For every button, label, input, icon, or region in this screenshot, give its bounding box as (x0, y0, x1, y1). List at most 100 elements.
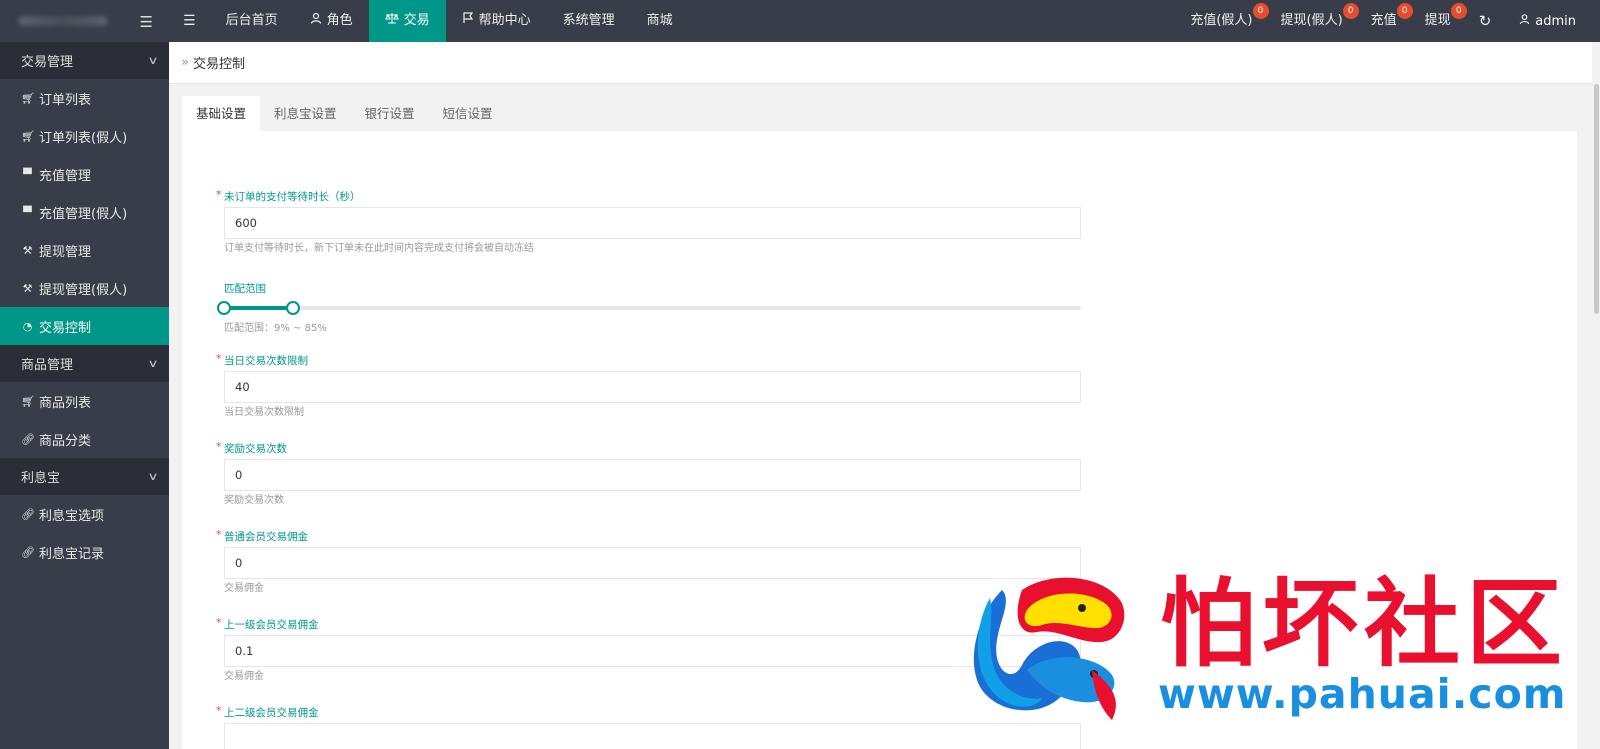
required-mark: * (216, 440, 222, 453)
field-match-range: 匹配范围 匹配范围：9% ~ 85% (216, 281, 1577, 353)
link-icon: 🔗︎ (21, 432, 35, 446)
field-hint: 匹配范围：9% ~ 85% (224, 323, 327, 334)
range-slider[interactable] (217, 301, 1081, 315)
chevron-down-icon: ∨ (147, 470, 159, 483)
slider-handle-high[interactable] (285, 301, 300, 315)
required-mark: * (216, 528, 222, 541)
sidebar-group-trade[interactable]: 交易管理 ∨ (0, 42, 169, 79)
field-pay-wait: * 未订单的支付等待时长（秒） 600 订单支付等待时长，新下订单未在此时间内容完… (216, 188, 1577, 281)
tab-bank[interactable]: 银行设置 (351, 96, 429, 131)
hammer-icon: ⚒ (22, 243, 33, 257)
refresh-icon[interactable]: ↻ (1465, 12, 1506, 30)
required-mark: * (216, 352, 222, 365)
cart-icon: 🛒︎ (21, 91, 35, 105)
chevron-down-icon: ∨ (147, 54, 159, 67)
scrollbar-thumb[interactable] (1594, 84, 1599, 314)
level1-commission-input[interactable]: 0.1 (224, 635, 1081, 667)
sidebar-item-goods-category[interactable]: 🔗︎ 商品分类 (0, 420, 169, 458)
daily-limit-input[interactable]: 40 (224, 371, 1081, 403)
gauge-icon: ◔ (22, 319, 33, 333)
sidebar-item-recharge-fake[interactable]: ▀ 充值管理(假人) (0, 193, 169, 231)
username: admin (1535, 13, 1576, 29)
message-icon: ▀ (23, 167, 32, 181)
main-content: » 交易控制 基础设置 利息宝设置 银行设置 短信设置 * 未订单的支付等待时长（… (169, 42, 1600, 749)
sidebar-item-recharge[interactable]: ▀ 充值管理 (0, 155, 169, 193)
field-label: 未订单的支付等待时长（秒） (224, 191, 361, 203)
flag-icon (462, 0, 474, 42)
field-hint: 交易佣金 (224, 671, 264, 682)
required-mark: * (216, 616, 222, 629)
user-menu[interactable]: admin (1505, 13, 1576, 29)
field-hint: 交易佣金 (224, 583, 264, 594)
sidebar-group-interest[interactable]: 利息宝 ∨ (0, 458, 169, 495)
breadcrumb: » 交易控制 (169, 42, 1600, 84)
bonus-count-input[interactable]: 0 (224, 459, 1081, 491)
tab-basic[interactable]: 基础设置 (182, 96, 261, 131)
sidebar-item-withdraw[interactable]: ⚒ 提现管理 (0, 231, 169, 269)
required-mark: * (216, 188, 222, 201)
field-member-commission: * 普通会员交易佣金 0 交易佣金 (216, 528, 1577, 617)
settings-card: 基础设置 利息宝设置 银行设置 短信设置 * 未订单的支付等待时长（秒） 600 … (182, 96, 1577, 749)
field-level1-commission: * 上一级会员交易佣金 0.1 交易佣金 (216, 616, 1577, 705)
link-icon: 🔗︎ (21, 507, 35, 521)
link-icon: 🔗︎ (21, 545, 35, 559)
field-label: 普通会员交易佣金 (224, 531, 308, 543)
sidebar-item-trade-control[interactable]: ◔ 交易控制 (0, 307, 169, 345)
required-mark: * (216, 704, 222, 717)
sidebar-item-interest-options[interactable]: 🔗︎ 利息宝选项 (0, 495, 169, 533)
double-chevron-icon: » (181, 55, 189, 70)
nav-withdraw-fake[interactable]: 提现(假人) 0 (1267, 0, 1359, 42)
menu-icon[interactable]: ☰ (140, 13, 153, 31)
logo-blurred (18, 16, 108, 26)
sidebar-item-withdraw-fake[interactable]: ⚒ 提现管理(假人) (0, 269, 169, 307)
nav-recharge-fake[interactable]: 充值(假人) 0 (1176, 0, 1269, 42)
cart-icon: 🛒︎ (21, 394, 35, 408)
field-hint: 奖励交易次数 (224, 495, 284, 506)
count-badge: 0 (1450, 3, 1467, 19)
field-label: 匹配范围 (224, 283, 266, 295)
user-icon (1519, 13, 1530, 29)
tab-bar: 基础设置 利息宝设置 银行设置 短信设置 (182, 96, 1577, 131)
sidebar: 交易管理 ∨ 🛒︎ 订单列表 🛒︎ 订单列表(假人) ▀ 充值管理 ▀ 充值管理(假人) … (0, 42, 169, 749)
nav-recharge[interactable]: 充值 0 (1357, 0, 1413, 42)
nav-help[interactable]: 帮助中心 (446, 0, 547, 42)
slider-handle-low[interactable] (217, 301, 231, 315)
logo: ☰ (0, 0, 169, 42)
sidebar-toggle-icon[interactable]: ☰ (169, 0, 210, 42)
member-commission-input[interactable]: 0 (224, 547, 1081, 579)
pay-wait-input[interactable]: 600 (224, 207, 1081, 239)
field-daily-limit: * 当日交易次数限制 40 当日交易次数限制 (216, 352, 1577, 441)
nav-trade[interactable]: 交易 (368, 0, 446, 42)
field-label: 当日交易次数限制 (224, 355, 308, 367)
field-bonus-count: * 奖励交易次数 0 奖励交易次数 (216, 440, 1577, 529)
settings-form: * 未订单的支付等待时长（秒） 600 订单支付等待时长，新下订单未在此时间内容完… (182, 131, 1577, 749)
field-hint: 订单支付等待时长，新下订单未在此时间内容完成支付将会被自动冻结 (224, 243, 534, 254)
sidebar-item-goods-list[interactable]: 🛒︎ 商品列表 (0, 382, 169, 420)
scrollbar[interactable] (1592, 42, 1600, 749)
sidebar-item-interest-records[interactable]: 🔗︎ 利息宝记录 (0, 533, 169, 571)
field-label: 上二级会员交易佣金 (224, 707, 319, 719)
tab-interest[interactable]: 利息宝设置 (260, 96, 351, 131)
cart-icon: 🛒︎ (21, 129, 35, 143)
sidebar-item-orders[interactable]: 🛒︎ 订单列表 (0, 79, 169, 117)
sidebar-item-orders-fake[interactable]: 🛒︎ 订单列表(假人) (0, 117, 169, 155)
chevron-down-icon: ∨ (147, 357, 159, 370)
field-label: 奖励交易次数 (224, 443, 287, 455)
nav-shop[interactable]: 商城 (631, 0, 689, 42)
top-navbar: ☰ ☰ 后台首页 角色 交易 帮助中心 系统管理 商城 充值(假人) 0 提现(假… (0, 0, 1600, 42)
nav-withdraw[interactable]: 提现 0 (1411, 0, 1467, 42)
tab-sms[interactable]: 短信设置 (429, 96, 507, 131)
nav-role[interactable]: 角色 (294, 0, 369, 42)
field-hint: 当日交易次数限制 (224, 407, 304, 418)
balance-icon (384, 0, 399, 42)
field-level2-commission: * 上二级会员交易佣金 (216, 704, 1577, 749)
level2-commission-input[interactable] (224, 723, 1081, 749)
hammer-icon: ⚒ (22, 281, 33, 295)
breadcrumb-current: 交易控制 (192, 57, 245, 72)
sidebar-group-goods[interactable]: 商品管理 ∨ (0, 345, 169, 382)
nav-system[interactable]: 系统管理 (547, 0, 631, 42)
nav-home[interactable]: 后台首页 (210, 0, 294, 42)
message-icon: ▀ (23, 205, 32, 219)
field-label: 上一级会员交易佣金 (224, 619, 319, 631)
slider-fill (224, 306, 293, 310)
